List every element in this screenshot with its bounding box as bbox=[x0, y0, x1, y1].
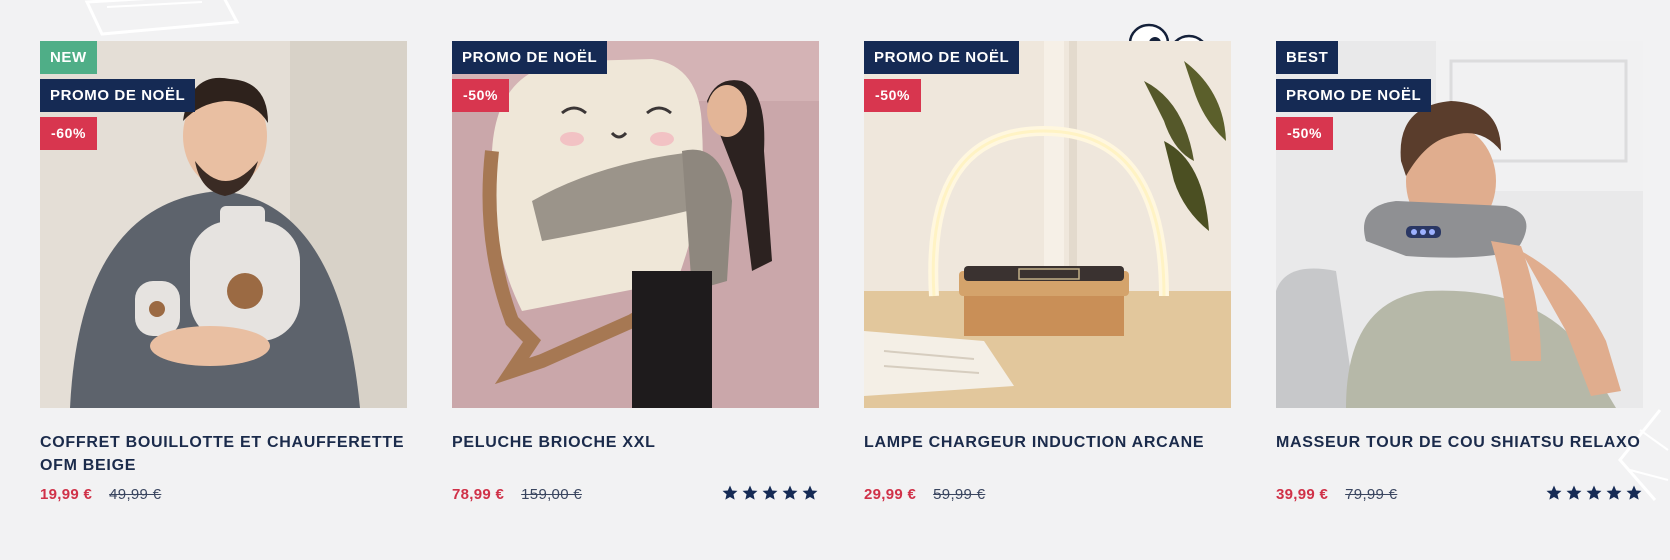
price-row: 29,99 € 59,99 € bbox=[864, 486, 985, 503]
product-image[interactable]: NEW PROMO DE NOËL -60% bbox=[40, 41, 407, 408]
product-image[interactable]: PROMO DE NOËL -50% bbox=[864, 41, 1231, 408]
promo-badge: PROMO DE NOËL bbox=[1276, 79, 1432, 112]
product-title[interactable]: PELUCHE BRIOCHE XXL bbox=[452, 431, 819, 454]
star-icon bbox=[762, 485, 778, 500]
original-price: 49,99 € bbox=[109, 486, 162, 503]
product-title[interactable]: COFFRET BOUILLOTTE ET CHAUFFERETTE OFM B… bbox=[40, 431, 407, 477]
price-row: 78,99 € 159,00 € bbox=[452, 486, 582, 503]
product-image[interactable]: BEST PROMO DE NOËL -50% bbox=[1276, 41, 1643, 408]
sale-price: 19,99 € bbox=[40, 486, 93, 503]
promo-badge: PROMO DE NOËL bbox=[864, 41, 1020, 74]
original-price: 59,99 € bbox=[933, 486, 986, 503]
original-price: 79,99 € bbox=[1345, 486, 1398, 503]
original-price: 159,00 € bbox=[521, 486, 582, 503]
promo-badge: PROMO DE NOËL bbox=[452, 41, 608, 74]
sale-price: 78,99 € bbox=[452, 486, 505, 503]
rating-stars bbox=[1545, 484, 1643, 502]
rating-stars bbox=[721, 484, 819, 502]
product-grid: NEW PROMO DE NOËL -60% COFFRET BOUILLOTT… bbox=[40, 41, 1644, 521]
discount-badge: -50% bbox=[1276, 117, 1334, 150]
star-icon bbox=[802, 485, 818, 500]
price-row: 39,99 € 79,99 € bbox=[1276, 486, 1397, 503]
doodle-decoration bbox=[84, 0, 240, 36]
discount-badge: -50% bbox=[864, 79, 922, 112]
promo-badge: PROMO DE NOËL bbox=[40, 79, 196, 112]
product-card[interactable]: NEW PROMO DE NOËL -60% COFFRET BOUILLOTT… bbox=[40, 41, 407, 521]
star-icon bbox=[782, 485, 798, 500]
product-title[interactable]: MASSEUR TOUR DE COU SHIATSU RELAXO bbox=[1276, 431, 1643, 454]
star-icon bbox=[1626, 485, 1642, 500]
discount-badge: -50% bbox=[452, 79, 510, 112]
sale-price: 39,99 € bbox=[1276, 486, 1329, 503]
star-icon bbox=[742, 485, 758, 500]
best-badge: BEST bbox=[1276, 41, 1339, 74]
product-image[interactable]: PROMO DE NOËL -50% bbox=[452, 41, 819, 408]
product-card[interactable]: PROMO DE NOËL -50% LAMPE CHARGEUR INDUCT… bbox=[864, 41, 1231, 521]
product-card[interactable]: BEST PROMO DE NOËL -50% MASSEUR TOUR DE … bbox=[1276, 41, 1643, 521]
price-row: 19,99 € 49,99 € bbox=[40, 486, 161, 503]
product-title[interactable]: LAMPE CHARGEUR INDUCTION ARCANE bbox=[864, 431, 1231, 454]
sale-price: 29,99 € bbox=[864, 486, 917, 503]
star-icon bbox=[722, 485, 738, 500]
product-card[interactable]: PROMO DE NOËL -50% PELUCHE BRIOCHE XXL 7… bbox=[452, 41, 819, 521]
star-icon bbox=[1546, 485, 1562, 500]
discount-badge: -60% bbox=[40, 117, 98, 150]
star-icon bbox=[1606, 485, 1622, 500]
star-icon bbox=[1586, 485, 1602, 500]
star-icon bbox=[1566, 485, 1582, 500]
new-badge: NEW bbox=[40, 41, 97, 74]
